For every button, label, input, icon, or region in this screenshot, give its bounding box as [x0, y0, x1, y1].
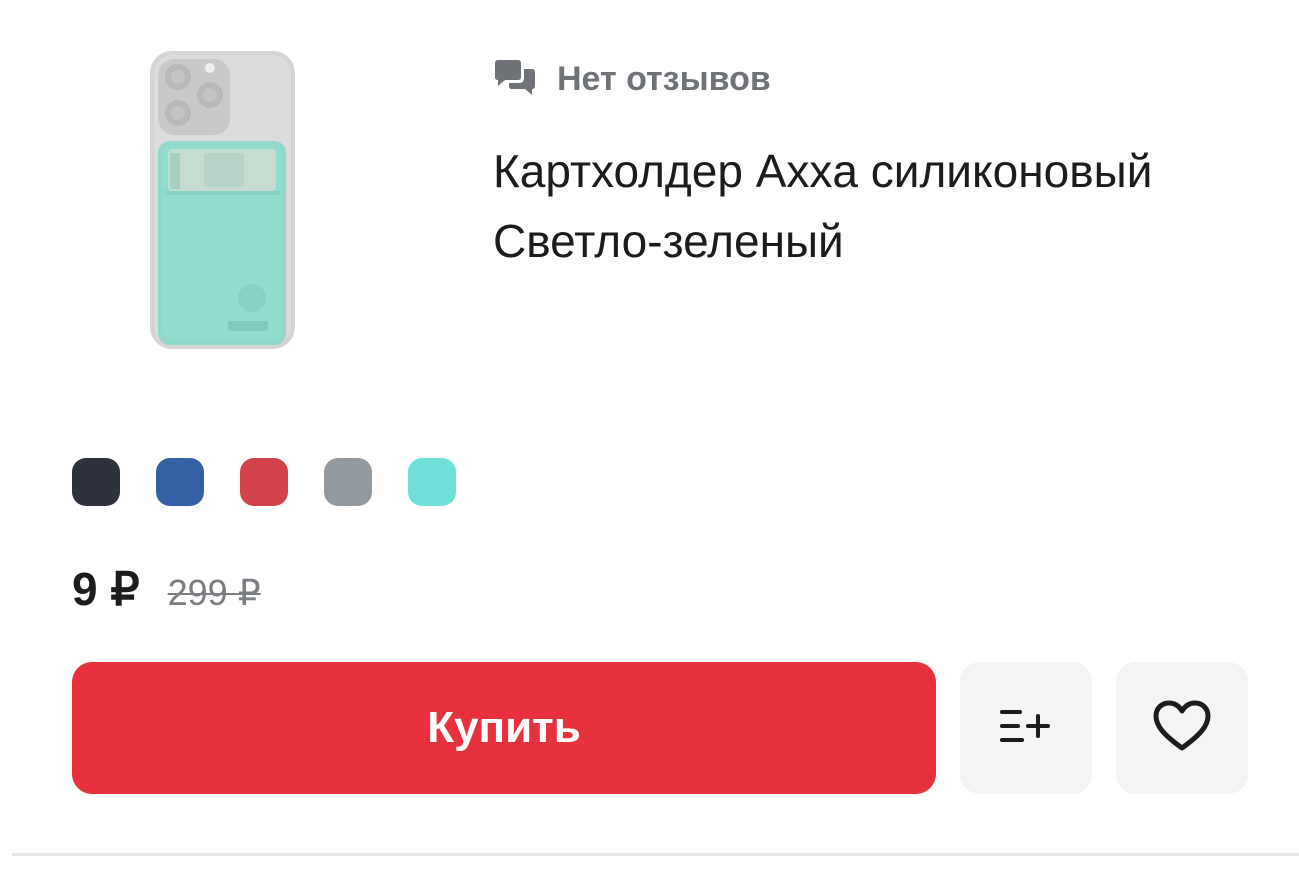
chat-bubbles-icon — [493, 59, 537, 99]
product-title[interactable]: Картхолдер Axxa силиконовый Светло-зелен… — [493, 136, 1253, 276]
color-swatch-blue[interactable] — [156, 458, 204, 506]
color-swatch-dark[interactable] — [72, 458, 120, 506]
heart-icon — [1152, 700, 1212, 757]
color-swatch-red[interactable] — [240, 458, 288, 506]
divider — [12, 853, 1299, 856]
product-card: Нет отзывов Картхолдер Axxa силиконовый … — [0, 0, 1299, 880]
reviews-label: Нет отзывов — [557, 59, 771, 98]
add-to-list-button[interactable] — [960, 662, 1092, 794]
add-to-list-icon — [998, 704, 1054, 753]
old-price: 299 ₽ — [167, 572, 261, 613]
product-image[interactable] — [140, 45, 305, 355]
current-price: 9 ₽ — [72, 563, 140, 615]
color-swatch-gray[interactable] — [324, 458, 372, 506]
color-swatches — [72, 458, 456, 506]
buy-button[interactable]: Купить — [72, 662, 936, 794]
reviews-summary[interactable]: Нет отзывов — [493, 57, 771, 101]
favorite-button[interactable] — [1116, 662, 1248, 794]
color-swatch-mint[interactable] — [408, 458, 456, 506]
product-title-line: Картхолдер Axxa силиконовый — [493, 145, 1153, 197]
product-title-variant: Светло-зеленый — [493, 215, 844, 267]
price-row: 9 ₽ 299 ₽ — [72, 562, 261, 616]
